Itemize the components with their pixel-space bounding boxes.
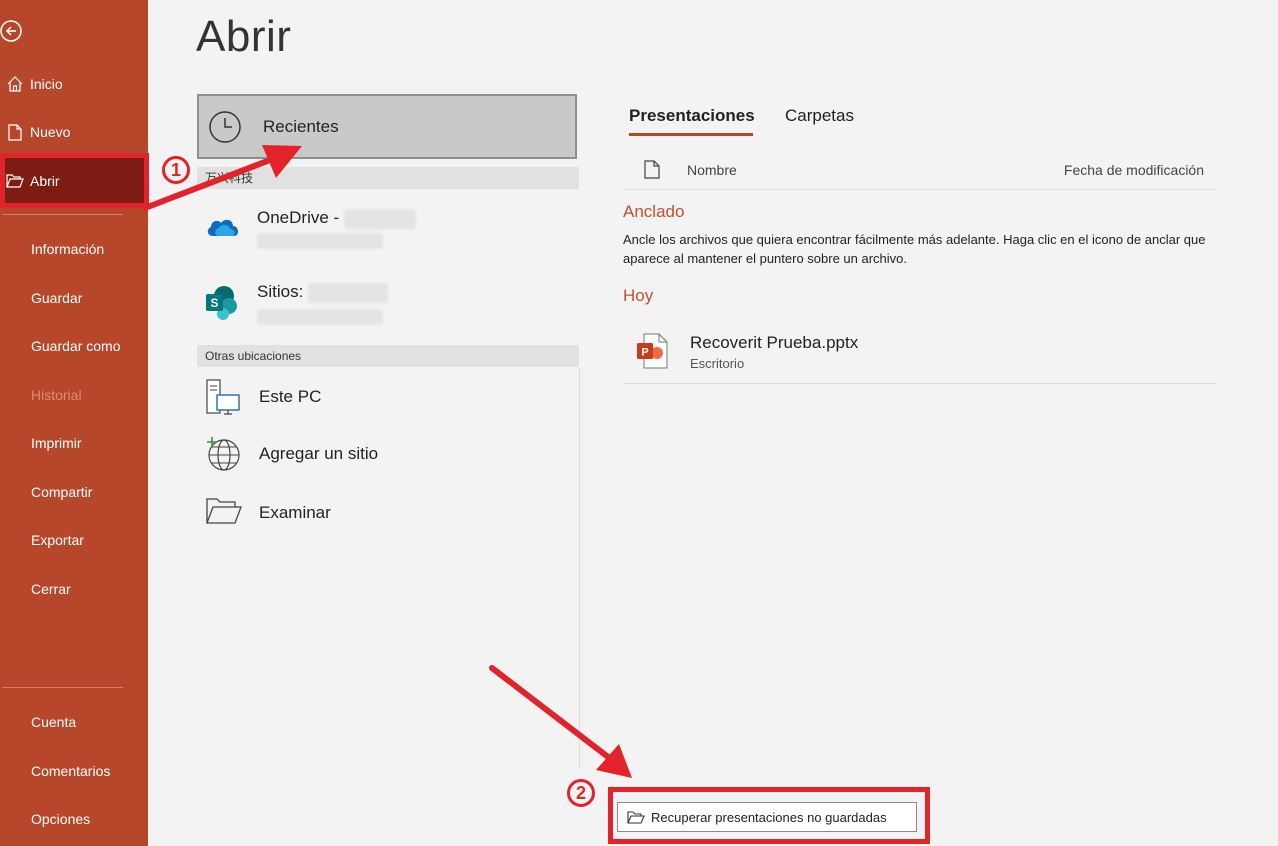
file-location: Escritorio (690, 356, 745, 371)
column-header-modified[interactable]: Fecha de modificación (1064, 162, 1204, 178)
annotation-step-2: 2 (567, 779, 595, 807)
nav-comentarios[interactable]: Comentarios (0, 749, 148, 793)
nav-cuenta[interactable]: Cuenta (0, 700, 148, 744)
nav-label: Cerrar (31, 581, 71, 597)
redacted-site (307, 282, 388, 303)
annotation-box-recover (608, 787, 930, 844)
pinned-description: Ancle los archivos que quiera encontrar … (623, 232, 1206, 266)
file-name[interactable]: Recoverit Prueba.pptx (690, 333, 858, 353)
onedrive-icon (207, 219, 239, 236)
page-title: Abrir (196, 12, 292, 61)
nav-nuevo[interactable]: Nuevo (0, 110, 148, 154)
location-label: Este PC (259, 387, 322, 406)
tab-presentaciones[interactable]: Presentaciones (629, 106, 755, 126)
section-header-other: Otras ubicaciones (197, 345, 579, 367)
nav-guardar-como[interactable]: Guardar como (0, 324, 148, 368)
clock-icon (209, 110, 241, 143)
annotation-step-1: 1 (162, 156, 190, 184)
location-label: Recientes (263, 116, 339, 136)
nav-label: Guardar como (31, 338, 121, 354)
nav-label: Nuevo (30, 124, 71, 140)
home-icon (0, 76, 30, 92)
group-title-today: Hoy (623, 286, 654, 305)
computer-icon (206, 379, 240, 415)
location-onedrive[interactable]: OneDrive - (197, 208, 579, 254)
redacted-account (343, 208, 416, 229)
folder-icon (206, 498, 242, 524)
nav-informacion[interactable]: Información (0, 227, 148, 271)
location-sharepoint[interactable]: S Sitios: (197, 282, 579, 330)
annotation-arrowhead-2 (596, 744, 632, 778)
location-this-pc[interactable]: Este PC (197, 378, 579, 416)
nav-label: Compartir (31, 484, 93, 500)
redacted-url (257, 308, 383, 325)
location-label: Examinar (259, 503, 331, 522)
nav-label: Información (31, 241, 105, 257)
svg-text:S: S (210, 296, 218, 310)
annotation-arrows (142, 145, 632, 778)
nav-inicio[interactable]: Inicio (0, 62, 148, 106)
tab-active-indicator (629, 133, 753, 136)
location-label: Sitios: (257, 282, 304, 301)
nav-label: Comentarios (31, 763, 111, 779)
tab-carpetas[interactable]: Carpetas (785, 106, 854, 126)
nav-label: Cuenta (31, 714, 77, 730)
powerpoint-file-icon: P (637, 333, 668, 369)
file-type-icon[interactable] (644, 160, 660, 179)
group-title-pinned: Anclado (623, 202, 685, 221)
nav-label: Guardar (31, 290, 83, 306)
location-add-site[interactable]: Agregar un sitio (197, 436, 579, 472)
location-browse[interactable]: Examinar (197, 496, 579, 526)
nav-cerrar[interactable]: Cerrar (0, 567, 148, 611)
panel-divider (579, 368, 580, 768)
nav-imprimir[interactable]: Imprimir (0, 421, 148, 465)
annotation-arrow-2 (489, 665, 615, 763)
backstage-sidebar: Inicio Nuevo Abrir Información Guardar G… (0, 0, 148, 846)
new-document-icon (0, 123, 30, 141)
back-arrow-icon[interactable] (0, 18, 26, 44)
sidebar-divider (2, 687, 123, 688)
svg-text:P: P (641, 347, 648, 359)
nav-exportar[interactable]: Exportar (0, 518, 148, 562)
nav-guardar[interactable]: Guardar (0, 276, 148, 320)
nav-label: Inicio (30, 76, 63, 92)
redacted-email (257, 232, 383, 249)
location-label: Agregar un sitio (259, 444, 379, 463)
nav-label: Opciones (31, 811, 91, 827)
nav-compartir[interactable]: Compartir (0, 470, 148, 514)
location-label: OneDrive - (257, 208, 340, 227)
section-header-cloud: 万兴科技 (197, 167, 579, 189)
sharepoint-icon: S (206, 286, 237, 320)
nav-label: Historial (31, 387, 82, 403)
sidebar-divider (2, 214, 123, 215)
location-recent[interactable]: Recientes (197, 94, 577, 159)
nav-label: Imprimir (31, 435, 82, 451)
globe-add-icon (207, 437, 240, 471)
nav-historial: Historial (0, 373, 148, 417)
annotation-box-abrir (0, 153, 149, 208)
nav-label: Exportar (31, 532, 84, 548)
nav-opciones[interactable]: Opciones (0, 797, 148, 841)
row-divider (623, 383, 1217, 384)
column-header-name[interactable]: Nombre (687, 162, 737, 178)
header-divider (623, 189, 1217, 190)
